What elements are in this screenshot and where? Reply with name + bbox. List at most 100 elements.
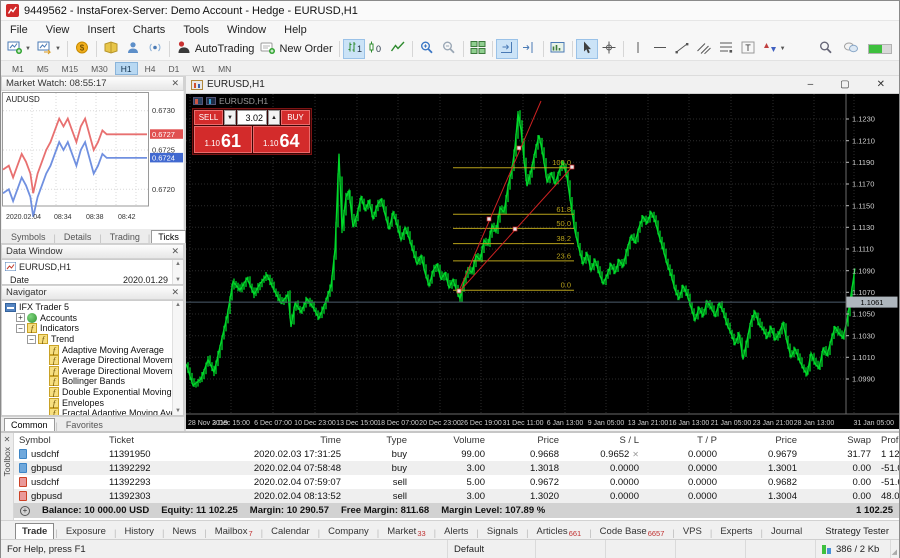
column-header-time[interactable]: Time <box>196 433 346 447</box>
column-header-price[interactable]: Price <box>722 433 802 447</box>
market-watch-tab-trading[interactable]: Trading <box>103 230 147 243</box>
collapse-icon[interactable]: − <box>27 335 36 344</box>
volume-decrease-button[interactable]: ▼ <box>224 110 236 125</box>
data-window-close-icon[interactable]: ✕ <box>171 247 179 256</box>
market-watch-tab-symbols[interactable]: Symbols <box>4 230 53 243</box>
strategy-tester-button[interactable] <box>547 39 569 59</box>
column-header-symbol[interactable]: Symbol <box>14 433 104 447</box>
timeframe-mn[interactable]: MN <box>212 62 237 75</box>
navigator-close-icon[interactable]: ✕ <box>171 288 179 297</box>
status-profile[interactable]: Default <box>448 540 536 558</box>
toolbox-tab-vps[interactable]: VPS <box>676 523 709 539</box>
navigator-item-envelopes[interactable]: fEnvelopes <box>2 397 183 408</box>
toolbox-tab-history[interactable]: History <box>117 523 161 539</box>
column-header-volume[interactable]: Volume <box>412 433 490 447</box>
chart-maximize-button[interactable]: ▢ <box>840 79 849 90</box>
community-button[interactable] <box>122 39 144 59</box>
depth-of-market-icon[interactable] <box>193 97 203 105</box>
navigator-item-average-directional-movement[interactable]: fAverage Directional Movement <box>2 355 183 366</box>
arrows-dropdown-icon[interactable]: ▼ <box>780 46 786 52</box>
toolbox-tab-journal[interactable]: Journal <box>764 523 809 539</box>
books-button[interactable] <box>100 39 122 59</box>
column-header-profit[interactable]: Profit <box>876 433 899 447</box>
horizontal-line-button[interactable] <box>649 39 671 59</box>
arrows-button[interactable]: ▼ <box>759 39 789 59</box>
trendline-button[interactable] <box>671 39 693 59</box>
candle-chart-button[interactable]: 0 <box>365 39 387 59</box>
cursor-button[interactable] <box>576 39 598 59</box>
timeframe-m1[interactable]: M1 <box>6 62 30 75</box>
toolbox-tab-code-base[interactable]: Code Base6657 <box>593 523 672 539</box>
buy-price-button[interactable]: 1.10 64 <box>253 126 311 153</box>
toolbox-tab-news[interactable]: News <box>165 523 203 539</box>
column-header-swap[interactable]: Swap <box>802 433 876 447</box>
timeframe-h4[interactable]: H4 <box>139 62 162 75</box>
navigator-item-bollinger-bands[interactable]: fBollinger Bands <box>2 376 183 387</box>
chat-icon[interactable] <box>843 40 859 58</box>
market-watch-tab-ticks[interactable]: Ticks <box>151 230 186 243</box>
collapse-icon[interactable]: − <box>16 324 25 333</box>
menu-charts[interactable]: Charts <box>124 23 174 37</box>
tile-windows-button[interactable] <box>467 39 489 59</box>
toolbox-tab-articles[interactable]: Articles661 <box>530 523 589 539</box>
auto-scroll-button[interactable] <box>496 39 518 59</box>
toolbox-tab-market[interactable]: Market33 <box>380 523 432 539</box>
crosshair-button[interactable] <box>598 39 620 59</box>
menu-file[interactable]: File <box>1 23 37 37</box>
sell-button[interactable]: SELL <box>194 110 223 125</box>
navigator-scrollbar[interactable]: ▲▼ <box>172 301 183 415</box>
navigator-item-accounts[interactable]: +Accounts <box>2 313 183 324</box>
toolbox-tab-company[interactable]: Company <box>321 523 376 539</box>
new-order-button[interactable]: New Order <box>257 39 335 59</box>
toolbox-close-icon[interactable]: ✕ <box>4 435 11 444</box>
navigator-item-indicators[interactable]: −fIndicators <box>2 323 183 334</box>
navigator-item-double-exponential-moving-av[interactable]: fDouble Exponential Moving Av <box>2 387 183 398</box>
bar-chart-button[interactable]: 1 <box>343 39 365 59</box>
chart-settings-icon[interactable] <box>206 97 216 105</box>
volume-input[interactable]: 3.02 <box>237 110 267 125</box>
chart-title-row[interactable]: EURUSD,H1 – ▢ ✕ <box>186 76 899 94</box>
menu-insert[interactable]: Insert <box>78 23 124 37</box>
market-watch-tab-details[interactable]: Details <box>57 230 99 243</box>
data-window-scrollbar[interactable]: ▲▼ <box>172 260 183 284</box>
search-icon[interactable] <box>818 40 834 58</box>
navigator-tab-common[interactable]: Common <box>4 418 55 431</box>
autotrading-button[interactable]: AutoTrading <box>173 39 258 59</box>
chart-canvas[interactable]: 100.061.850.038.223.60.01.12301.12101.11… <box>186 94 899 429</box>
menu-tools[interactable]: Tools <box>174 23 218 37</box>
trade-row[interactable]: gbpusd113922922020.02.04 07:58:48buy3.00… <box>14 461 899 475</box>
new-chart-dropdown-icon[interactable]: ▼ <box>25 46 31 52</box>
trade-row[interactable]: usdchf113922932020.02.04 07:59:07sell5.0… <box>14 475 899 489</box>
remove-sl-icon[interactable]: ✕ <box>632 450 639 459</box>
column-header-sl[interactable]: S / L <box>564 433 644 447</box>
trade-row[interactable]: gbpusd113923032020.02.04 08:13:52sell3.0… <box>14 489 899 503</box>
expand-icon[interactable]: + <box>16 313 25 322</box>
column-header-ticket[interactable]: Ticket <box>104 433 196 447</box>
toolbox-tab-experts[interactable]: Experts <box>713 523 759 539</box>
vertical-line-button[interactable] <box>627 39 649 59</box>
toolbox-tab-alerts[interactable]: Alerts <box>437 523 475 539</box>
navigator-item-adaptive-moving-average[interactable]: fAdaptive Moving Average <box>2 344 183 355</box>
toolbox-tab-exposure[interactable]: Exposure <box>59 523 113 539</box>
signals-button[interactable] <box>144 39 166 59</box>
timeframe-h1[interactable]: H1 <box>115 62 138 75</box>
menu-window[interactable]: Window <box>218 23 275 37</box>
timeframe-w1[interactable]: W1 <box>186 62 211 75</box>
timeframe-d1[interactable]: D1 <box>162 62 185 75</box>
navigator-item-ifx-trader-5[interactable]: IFX Trader 5 <box>2 302 183 313</box>
volume-increase-button[interactable]: ▲ <box>268 110 280 125</box>
data-window-symbol-row[interactable]: EURUSD,H1 <box>2 260 183 273</box>
zoom-in-button[interactable] <box>416 39 438 59</box>
trade-row[interactable]: usdchf113919502020.02.03 17:31:25buy99.0… <box>14 447 899 461</box>
expand-summary-icon[interactable]: + <box>20 506 30 516</box>
market-watch-tick-chart[interactable]: 0.67300.67250.67200.67270.6724AUDUSD2020… <box>2 91 183 229</box>
fibonacci-button[interactable] <box>715 39 737 59</box>
chart-close-button[interactable]: ✕ <box>877 79 885 90</box>
toolbox-tab-calendar[interactable]: Calendar <box>264 523 317 539</box>
strategy-tester-tab[interactable]: Strategy Tester <box>815 524 899 539</box>
column-header-type[interactable]: Type <box>346 433 412 447</box>
equidistant-channel-button[interactable] <box>693 39 715 59</box>
toolbox-tab-mailbox[interactable]: Mailbox7 <box>208 523 260 539</box>
navigator-item-trend[interactable]: −fTrend <box>2 334 183 345</box>
timeframe-m5[interactable]: M5 <box>31 62 55 75</box>
